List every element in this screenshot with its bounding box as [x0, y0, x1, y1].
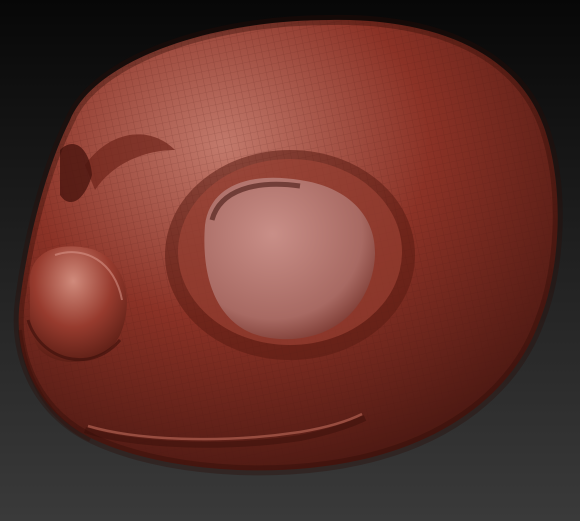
viewport-canvas[interactable]	[0, 0, 580, 521]
sculpt-viewport[interactable]	[0, 0, 580, 521]
